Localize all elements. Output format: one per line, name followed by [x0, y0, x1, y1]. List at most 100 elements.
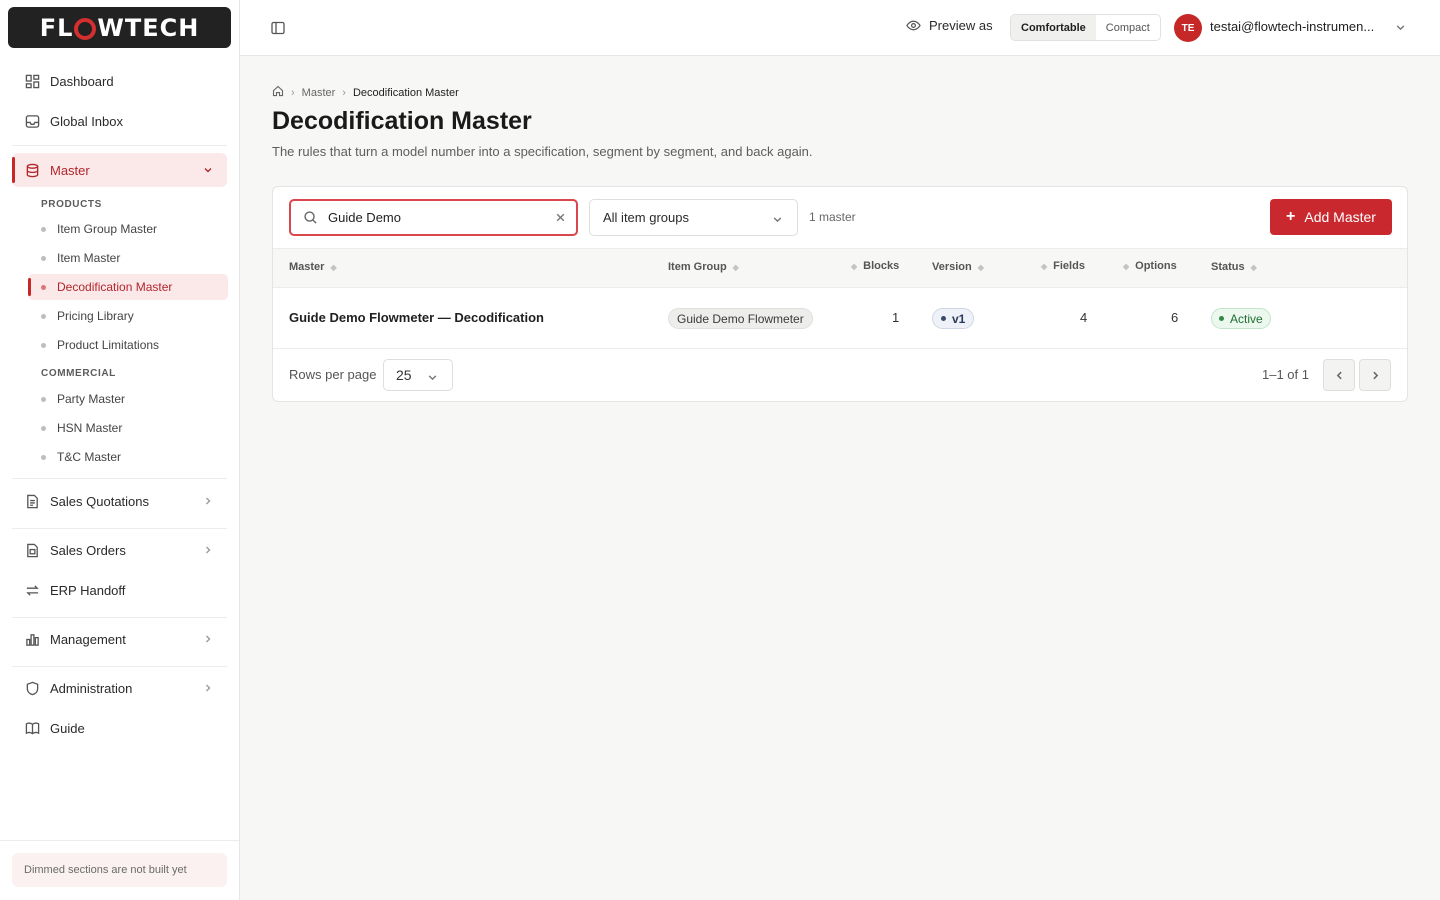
column-header-label: Item Group [668, 261, 727, 273]
transfer-arrows-icon [24, 582, 40, 598]
search-icon [304, 211, 317, 224]
chevron-down-icon [203, 163, 213, 178]
sidebar-item-guide[interactable]: Guide [12, 711, 227, 745]
avatar-initials: TE [1181, 22, 1195, 34]
sort-icon: ◆ [330, 262, 337, 272]
column-header-status[interactable]: Status ◆ [1211, 261, 1257, 273]
table-row[interactable]: Guide Demo Flowmeter — Decodification Gu… [273, 288, 1407, 349]
sidebar-item-label: Administration [50, 680, 133, 696]
products-section-heading: PRODUCTS [41, 199, 102, 210]
add-master-button[interactable]: + Add Master [1270, 199, 1392, 235]
sidebar-item-hsn-master[interactable]: HSN Master [28, 415, 228, 441]
cell-blocks: 1 [892, 310, 900, 325]
chevron-down-icon[interactable] [1395, 21, 1406, 36]
sidebar-item-label: Sales Orders [50, 542, 126, 558]
sidebar-item-erp-handoff[interactable]: ERP Handoff [12, 573, 227, 607]
logo-text-end: WTECH [97, 13, 200, 42]
shield-icon [24, 680, 40, 696]
sidebar-item-master[interactable]: Master [12, 153, 227, 187]
sidebar-item-pricing-library[interactable]: Pricing Library [28, 303, 228, 329]
masters-table-card: Guide Demo All item groups 1 master + Ad… [272, 186, 1408, 402]
column-header-label: Master [289, 261, 325, 273]
cell-master-name[interactable]: Guide Demo Flowmeter — Decodification [289, 310, 544, 325]
version-badge-label: v1 [952, 311, 966, 326]
footer-note-text: Dimmed sections are not built yet [24, 864, 187, 876]
item-group-badge: Guide Demo Flowmeter [668, 308, 813, 329]
sidebar-item-tc-master[interactable]: T&C Master [28, 444, 228, 470]
sidebar-item-label: Master [50, 162, 90, 178]
sidebar-item-label: Dashboard [50, 73, 114, 89]
density-comfortable-label: Comfortable [1021, 21, 1086, 34]
sidebar-item-global-inbox[interactable]: Global Inbox [12, 104, 227, 138]
add-master-label: Add Master [1304, 209, 1376, 225]
avatar[interactable]: TE [1174, 14, 1202, 42]
sidebar: FL WTECH Dashboard Global Inbox Master P… [0, 0, 240, 900]
column-header-master[interactable]: Master ◆ [289, 261, 337, 273]
next-page-button[interactable] [1359, 359, 1391, 391]
sidebar-item-label: Sales Quotations [50, 493, 150, 509]
breadcrumb-separator-icon: › [342, 86, 346, 99]
column-header-blocks[interactable]: ◆ Blocks [851, 260, 899, 272]
column-header-item-group[interactable]: Item Group ◆ [668, 261, 739, 273]
previous-page-button[interactable] [1323, 359, 1355, 391]
eye-icon [906, 20, 921, 31]
item-group-filter-select[interactable]: All item groups [589, 199, 798, 236]
search-value: Guide Demo [328, 210, 401, 225]
preview-as-button[interactable]: Preview as [906, 18, 993, 33]
inbox-icon [24, 113, 40, 129]
home-icon[interactable] [272, 85, 284, 100]
search-input[interactable]: Guide Demo [289, 199, 578, 236]
sidebar-item-sales-quotations[interactable]: Sales Quotations [12, 484, 227, 518]
pagination-range: 1–1 of 1 [1262, 367, 1309, 382]
column-header-label: Options [1135, 260, 1177, 272]
rows-per-page-label: Rows per page [289, 367, 377, 382]
logo-ring-icon [74, 17, 97, 40]
sidebar-item-dashboard[interactable]: Dashboard [12, 64, 227, 98]
user-email[interactable]: testai@flowtech-instrumen... [1210, 19, 1386, 34]
density-compact-button[interactable]: Compact [1096, 15, 1160, 40]
flowtech-logo[interactable]: FL WTECH [8, 7, 231, 48]
plus-icon: + [1286, 208, 1296, 225]
sort-icon: ◆ [1123, 261, 1130, 271]
version-badge: v1 [932, 308, 975, 329]
rows-per-page-select[interactable]: 25 [383, 359, 453, 391]
sidebar-item-decodification-master[interactable]: Decodification Master [28, 274, 228, 300]
sidebar-item-party-master[interactable]: Party Master [28, 386, 228, 412]
sidebar-item-sales-orders[interactable]: Sales Orders [12, 533, 227, 567]
commercial-section-heading: COMMERCIAL [41, 368, 116, 379]
breadcrumb-master-link[interactable]: Master [302, 87, 336, 99]
sidebar-item-label: HSN Master [57, 421, 123, 435]
sidebar-toggle-icon[interactable] [270, 20, 286, 36]
sidebar-item-item-group-master[interactable]: Item Group Master [28, 216, 228, 242]
sidebar-item-product-limitations[interactable]: Product Limitations [28, 332, 228, 358]
chevron-right-icon [1372, 371, 1378, 379]
breadcrumb: › Master › Decodification Master [272, 85, 459, 100]
column-header-label: Status [1211, 261, 1245, 273]
column-header-version[interactable]: Version ◆ [932, 261, 984, 273]
preview-as-label: Preview as [929, 18, 993, 33]
sidebar-item-item-master[interactable]: Item Master [28, 245, 228, 271]
chevron-right-icon [203, 681, 213, 696]
sidebar-item-label: Management [50, 631, 126, 647]
column-header-fields[interactable]: ◆ Fields [1041, 260, 1085, 272]
logo-text-start: FL [39, 13, 74, 42]
sidebar-item-administration[interactable]: Administration [12, 671, 227, 705]
dashboard-icon [24, 73, 40, 89]
breadcrumb-current: Decodification Master [352, 86, 459, 99]
column-header-options[interactable]: ◆ Options [1123, 260, 1177, 272]
item-group-filter-value: All item groups [603, 210, 689, 225]
sort-icon: ◆ [1250, 262, 1257, 272]
density-comfortable-button[interactable]: Comfortable [1011, 15, 1096, 40]
clear-search-icon[interactable] [555, 211, 566, 226]
cell-fields: 4 [1080, 310, 1088, 325]
sidebar-item-label: Product Limitations [57, 338, 160, 352]
column-header-label: Fields [1053, 260, 1085, 272]
density-compact-label: Compact [1105, 21, 1150, 34]
chevron-right-icon [203, 543, 213, 558]
top-bar: Preview as Comfortable Compact TE testai… [240, 0, 1440, 56]
chevron-down-icon [772, 213, 783, 228]
document-icon [24, 493, 40, 509]
sidebar-item-label: Guide [50, 720, 85, 736]
chevron-right-icon [203, 632, 213, 647]
sidebar-item-management[interactable]: Management [12, 622, 227, 656]
